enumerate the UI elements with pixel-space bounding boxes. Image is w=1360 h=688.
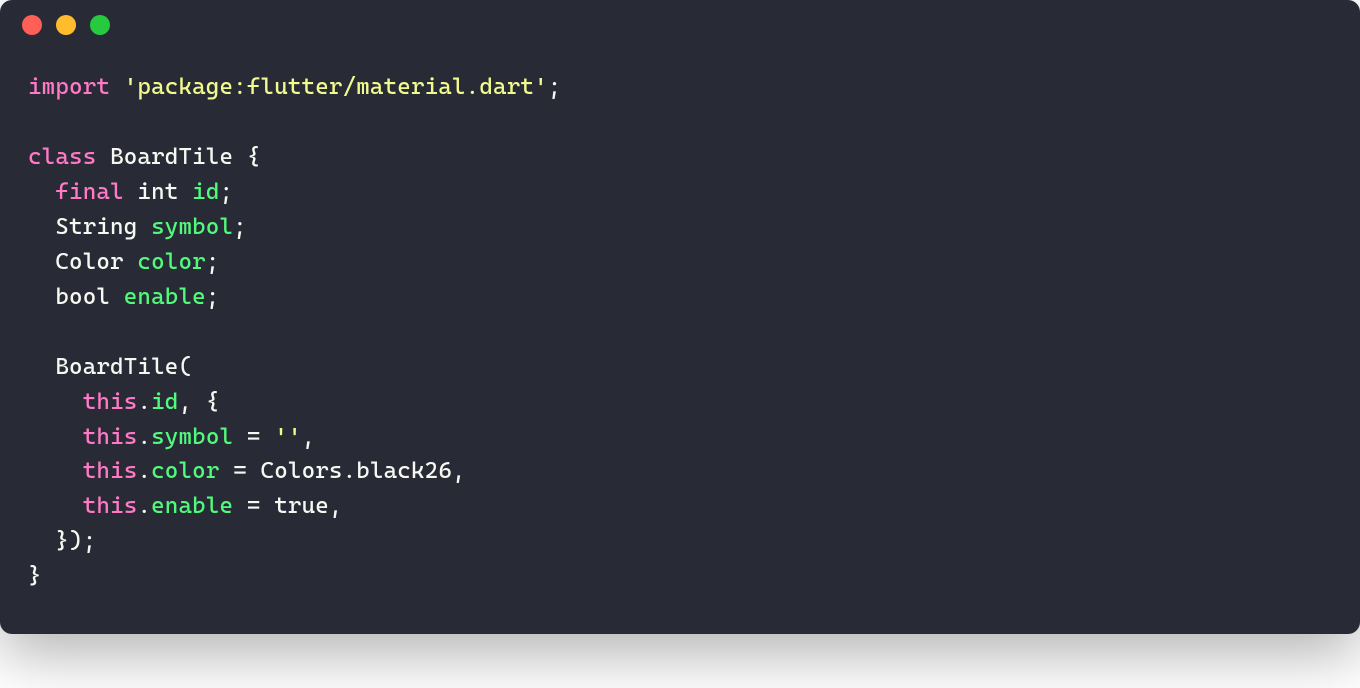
code-line: this.symbol = '', [28, 420, 1332, 455]
code-token-keyword: this [83, 389, 138, 415]
code-token-punct: = Colors.black26, [220, 458, 466, 484]
code-token-punct: = true, [233, 493, 342, 519]
code-editor[interactable]: import 'package:flutter/material.dart'; … [0, 50, 1360, 634]
code-line: this.enable = true, [28, 489, 1332, 524]
code-token-punct [28, 424, 83, 450]
code-token-punct [28, 179, 55, 205]
code-token-punct: ; [548, 74, 562, 100]
code-token-punct: . [137, 389, 151, 415]
code-token-keyword: this [83, 493, 138, 519]
code-token-ident: color [151, 458, 219, 484]
code-token-punct: ; [233, 214, 247, 240]
code-token-type: bool [28, 284, 124, 310]
code-line: Color color; [28, 245, 1332, 280]
code-line: this.id, { [28, 385, 1332, 420]
zoom-icon[interactable] [90, 15, 110, 35]
minimize-icon[interactable] [56, 15, 76, 35]
code-line: } [28, 559, 1332, 594]
code-token-keyword: class [28, 144, 110, 170]
code-line: import 'package:flutter/material.dart'; [28, 70, 1332, 105]
code-token-string: '' [274, 424, 301, 450]
code-token-type: String [28, 214, 151, 240]
code-token-punct: . [137, 424, 151, 450]
code-token-punct: { [247, 144, 261, 170]
code-token-ident: id [192, 179, 219, 205]
code-token-type: int [137, 179, 192, 205]
code-line: this.color = Colors.black26, [28, 454, 1332, 489]
code-token-keyword: final [55, 179, 137, 205]
code-token-ident: enable [151, 493, 233, 519]
code-line: BoardTile( [28, 350, 1332, 385]
code-token-punct [28, 458, 83, 484]
code-token-type: Color [28, 249, 137, 275]
code-token-type: BoardTile( [28, 354, 192, 380]
code-token-punct: . [137, 458, 151, 484]
code-token-punct: = [233, 424, 274, 450]
code-token-type: BoardTile [110, 144, 247, 170]
code-token-punct: . [137, 493, 151, 519]
code-token-keyword: this [83, 424, 138, 450]
code-line: bool enable; [28, 280, 1332, 315]
code-token-ident: enable [124, 284, 206, 310]
code-line: class BoardTile { [28, 140, 1332, 175]
code-token-ident: id [151, 389, 178, 415]
code-token-ident: symbol [151, 424, 233, 450]
code-token-string: 'package:flutter/material.dart' [124, 74, 548, 100]
code-token-ident: symbol [151, 214, 233, 240]
code-token-punct: ; [206, 249, 220, 275]
close-icon[interactable] [22, 15, 42, 35]
code-line: final int id; [28, 175, 1332, 210]
code-token-punct: ; [206, 284, 220, 310]
code-token-punct [28, 493, 83, 519]
code-line [28, 105, 1332, 140]
code-line [28, 315, 1332, 350]
code-token-punct [28, 389, 83, 415]
code-token-punct: ; [220, 179, 234, 205]
code-line: String symbol; [28, 210, 1332, 245]
code-token-keyword: import [28, 74, 124, 100]
code-token-punct: } [28, 563, 42, 589]
window-titlebar [0, 0, 1360, 50]
code-token-punct: , { [178, 389, 219, 415]
code-window: import 'package:flutter/material.dart'; … [0, 0, 1360, 634]
code-token-punct: }); [28, 528, 96, 554]
code-token-keyword: this [83, 458, 138, 484]
code-line: }); [28, 524, 1332, 559]
code-token-ident: color [137, 249, 205, 275]
code-token-punct: , [302, 424, 316, 450]
